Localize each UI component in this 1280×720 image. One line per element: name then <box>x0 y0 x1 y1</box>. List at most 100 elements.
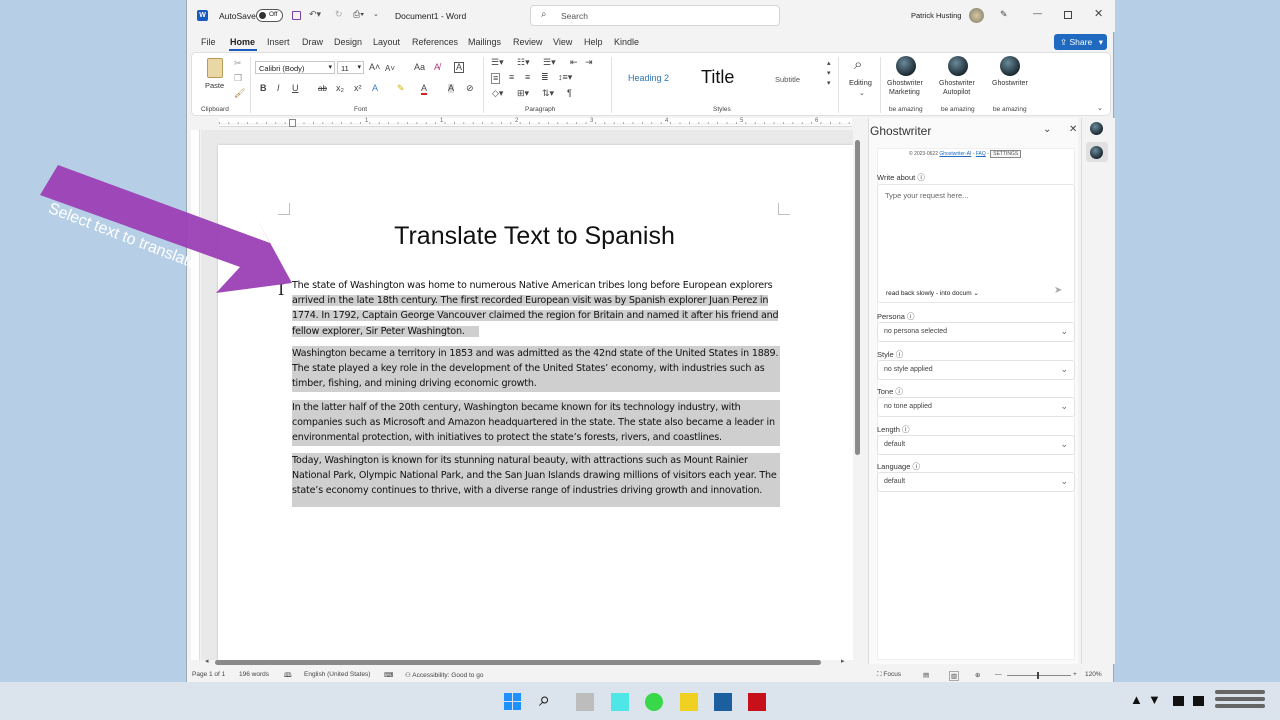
document-paragraph[interactable]: Today, Washington is known for its stunn… <box>292 453 780 507</box>
print-layout-icon[interactable]: ▥ <box>949 671 960 681</box>
tab-home[interactable]: Home <box>230 37 255 47</box>
ribbon-collapse-icon[interactable]: ⌄ <box>1097 104 1103 113</box>
text-effects-icon[interactable]: A <box>454 62 465 73</box>
bold-icon[interactable]: B <box>260 84 267 93</box>
document-paragraph[interactable]: In the latter half of the 20th century, … <box>292 400 780 446</box>
sort-icon[interactable]: ⇅▾ <box>542 89 554 98</box>
editing-button[interactable]: Editing <box>849 78 872 87</box>
undo-icon[interactable]: ↶▾ <box>309 10 321 19</box>
vertical-scrollbar[interactable] <box>853 140 861 660</box>
app-icon-cyan[interactable] <box>611 693 629 711</box>
font-size-select[interactable]: 11 ▾ <box>337 61 364 74</box>
tab-review[interactable]: Review <box>513 37 543 47</box>
search-box[interactable]: ⌕ Search <box>530 5 780 26</box>
character-shading-icon[interactable]: A <box>448 84 455 93</box>
length-select[interactable]: default ⌄ <box>877 435 1075 455</box>
tab-help[interactable]: Help <box>584 37 603 47</box>
pane-close-icon[interactable]: ✕ <box>1069 124 1077 135</box>
app-icon-green[interactable] <box>645 693 663 711</box>
tab-references[interactable]: References <box>412 37 458 47</box>
tab-file[interactable]: File <box>201 37 216 47</box>
app-icon-gray[interactable] <box>576 693 594 711</box>
ghostwriter-icon[interactable] <box>1000 56 1020 76</box>
paste-icon[interactable] <box>207 58 223 78</box>
styles-scroll-icon[interactable]: ▴ ▾ ▾ <box>827 59 831 89</box>
underline-icon[interactable]: U <box>292 84 299 93</box>
save-icon[interactable] <box>292 11 301 20</box>
ghostwriter-marketing-label[interactable]: Ghostwriter <box>887 80 923 87</box>
bullets-icon[interactable]: ☰▾ <box>491 58 504 67</box>
document-page[interactable]: Translate Text to Spanish The state of W… <box>218 145 853 660</box>
borders-icon[interactable]: ⊞▾ <box>517 89 529 98</box>
numbering-icon[interactable]: ☷▾ <box>517 58 530 67</box>
request-textarea[interactable]: Type your request here... read back slow… <box>877 184 1075 303</box>
change-case-icon[interactable]: Aa <box>414 63 425 72</box>
user-name[interactable]: Patrick Husting <box>911 11 961 20</box>
tray-icon[interactable] <box>1173 696 1184 706</box>
show-marks-icon[interactable]: ¶ <box>567 89 572 98</box>
ghostwriter-ai-link[interactable]: Ghostwriter-AI <box>939 151 971 157</box>
tray-icon[interactable] <box>1193 696 1204 706</box>
app-icon-red[interactable] <box>748 693 766 711</box>
faq-link[interactable]: FAQ <box>976 151 986 157</box>
document-paragraph[interactable]: The state of Washington was home to nume… <box>292 278 780 339</box>
send-icon[interactable]: ➤ <box>1054 285 1062 296</box>
customize-toolbar-icon[interactable]: ⌄ <box>373 10 379 19</box>
strikethrough-icon[interactable]: ab <box>318 84 327 93</box>
accessibility-status[interactable]: ⚇ Accessibility: Good to go <box>405 671 483 679</box>
italic-icon[interactable]: I <box>277 84 280 93</box>
align-left-icon[interactable]: ≡ <box>491 73 501 84</box>
style-subtitle[interactable]: Subtitle <box>775 75 800 84</box>
increase-indent-icon[interactable]: ⇥ <box>585 58 593 67</box>
superscript-icon[interactable]: x² <box>354 84 362 93</box>
proofing-icon[interactable]: 🕮 <box>284 671 292 682</box>
shading-icon[interactable]: ◇▾ <box>492 89 503 98</box>
language-select[interactable]: default ⌄ <box>877 472 1075 492</box>
document-paragraph[interactable]: Washington became a territory in 1853 an… <box>292 346 780 392</box>
subscript-icon[interactable]: x₂ <box>336 84 344 93</box>
style-title[interactable]: Title <box>701 67 734 88</box>
justify-icon[interactable]: ≣ <box>541 73 549 82</box>
align-right-icon[interactable]: ≡ <box>525 73 530 82</box>
highlight-icon[interactable]: ✎ <box>397 84 405 93</box>
tray-menu-icon[interactable] <box>1215 690 1265 712</box>
pen-icon[interactable]: ✎ <box>1000 10 1008 19</box>
document-canvas[interactable]: Translate Text to Spanish The state of W… <box>201 130 853 660</box>
autosave-toggle[interactable]: Off <box>256 9 283 22</box>
copy-icon[interactable]: ❐ <box>234 74 242 83</box>
line-spacing-icon[interactable]: ↕≡▾ <box>558 73 572 82</box>
focus-button[interactable]: ⛶ Focus <box>877 671 901 679</box>
tab-design[interactable]: Design <box>334 37 362 47</box>
paste-button[interactable]: Paste <box>205 81 224 90</box>
multilevel-list-icon[interactable]: ☰▾ <box>543 58 556 67</box>
read-back-select[interactable]: read back slowly - into docum ⌄ <box>886 289 979 297</box>
style-heading2[interactable]: Heading 2 <box>628 73 669 83</box>
text-effects-outline-icon[interactable]: A <box>372 84 378 93</box>
settings-button[interactable]: SETTINGS <box>990 150 1022 158</box>
taskbar-search-icon[interactable]: ⌕ <box>539 689 550 712</box>
enclose-characters-icon[interactable]: ⊘ <box>466 84 474 93</box>
tab-view[interactable]: View <box>553 37 572 47</box>
tab-insert[interactable]: Insert <box>267 37 290 47</box>
maximize-icon[interactable] <box>1064 11 1072 19</box>
editing-search-icon[interactable]: ⌕ <box>854 57 862 72</box>
ghostwriter-autopilot-label[interactable]: Ghostwriter <box>939 80 975 87</box>
format-painter-icon[interactable]: 🖌 <box>234 89 245 98</box>
tab-kindle[interactable]: Kindle <box>614 37 639 47</box>
language-status[interactable]: English (United States) <box>304 671 370 678</box>
zoom-out-icon[interactable]: — <box>995 671 1002 678</box>
ghostwriter-autopilot-icon[interactable] <box>948 56 968 76</box>
zoom-slider[interactable] <box>1007 672 1071 679</box>
cut-icon[interactable]: ✂ <box>234 59 242 68</box>
tone-select[interactable]: no tone applied ⌄ <box>877 397 1075 417</box>
clear-formatting-icon[interactable]: A̸ <box>434 63 440 72</box>
app-icon-yellow[interactable] <box>680 693 698 711</box>
font-color-icon[interactable]: A <box>421 84 428 95</box>
scrollbar-thumb[interactable] <box>855 140 860 455</box>
zoom-slider-thumb[interactable] <box>1037 672 1039 679</box>
app-icon-blue[interactable] <box>714 693 732 711</box>
decrease-indent-icon[interactable]: ⇤ <box>570 58 578 67</box>
web-layout-icon[interactable]: ⊕ <box>975 671 980 679</box>
start-icon[interactable] <box>504 693 521 710</box>
shrink-font-icon[interactable]: A˅ <box>385 64 395 73</box>
